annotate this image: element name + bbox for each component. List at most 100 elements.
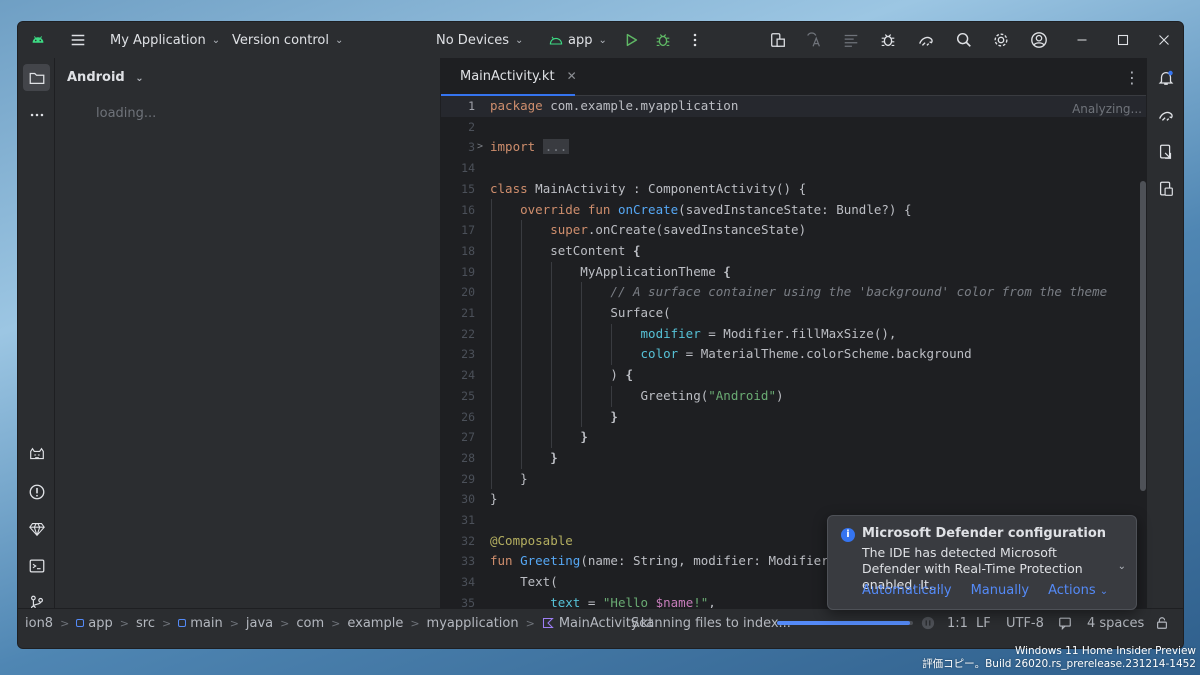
translate-icon[interactable] bbox=[802, 28, 826, 52]
more-tools-button[interactable] bbox=[23, 101, 50, 128]
line-number: 1 bbox=[468, 99, 475, 113]
line-number: 28 bbox=[461, 450, 475, 465]
code-line-26: } bbox=[610, 408, 618, 424]
chevron-right-icon: > bbox=[229, 616, 239, 630]
status-bar: ion8 > app > src > main > java > com > e… bbox=[18, 608, 1183, 648]
search-icon[interactable] bbox=[952, 28, 976, 52]
breadcrumb-item[interactable]: example bbox=[347, 616, 403, 631]
line-number: 16 bbox=[461, 202, 475, 217]
device-manager-icon[interactable] bbox=[766, 28, 790, 52]
chevron-down-icon: ⌄ bbox=[135, 73, 144, 84]
close-tab-icon[interactable]: ✕ bbox=[567, 69, 577, 83]
pause-indexing-button[interactable] bbox=[921, 609, 935, 637]
gradle-sync-icon[interactable] bbox=[914, 28, 938, 52]
terminal-tool-button[interactable] bbox=[23, 552, 50, 579]
breadcrumb-item[interactable]: com bbox=[296, 616, 324, 631]
tab-mainactivity[interactable]: MainActivity.kt ✕ bbox=[441, 58, 577, 96]
line-number: 3 bbox=[468, 140, 475, 155]
device-manager-tool-button[interactable] bbox=[1152, 138, 1179, 165]
code-line-17: super.onCreate(savedInstanceState) bbox=[550, 222, 807, 238]
code-line-25: Greeting("Android") bbox=[490, 387, 784, 403]
line-separator[interactable]: LF bbox=[976, 609, 991, 637]
line-number: 25 bbox=[461, 388, 475, 403]
breadcrumb-item[interactable]: java bbox=[246, 616, 273, 631]
profiler-icon[interactable] bbox=[839, 28, 863, 52]
indexing-status[interactable]: Scanning files to index... bbox=[631, 609, 791, 637]
account-icon[interactable] bbox=[1027, 28, 1051, 52]
code-line-34: Text( bbox=[490, 574, 558, 590]
breadcrumb-item[interactable]: main bbox=[190, 616, 222, 631]
more-vertical-icon[interactable]: ⋮ bbox=[1124, 68, 1140, 87]
gear-icon[interactable] bbox=[989, 28, 1013, 52]
actions-dropdown[interactable]: Actions ⌄ bbox=[1048, 583, 1108, 598]
line-number-gutter: 1 2 3 14 15 16 17 18 19 20 21 22 23 24 2… bbox=[441, 96, 483, 610]
run-icon[interactable] bbox=[619, 28, 643, 52]
debug-icon[interactable] bbox=[651, 28, 675, 52]
problems-tool-button[interactable] bbox=[23, 478, 50, 505]
line-number: 20 bbox=[461, 285, 475, 300]
android-logo-icon bbox=[26, 28, 50, 52]
code-line-30: } bbox=[490, 491, 498, 507]
close-icon[interactable] bbox=[1152, 28, 1176, 52]
project-view-selector[interactable]: Android ⌄ bbox=[67, 70, 144, 85]
inspection-widget[interactable] bbox=[1058, 609, 1072, 637]
line-number: 14 bbox=[461, 161, 475, 176]
fold-expand-icon[interactable]: > bbox=[477, 141, 483, 152]
logcat-tool-button[interactable] bbox=[23, 441, 50, 468]
code-line-22: modifier = Modifier.fillMaxSize(), bbox=[640, 325, 897, 341]
gemini-tool-button[interactable] bbox=[23, 515, 50, 542]
maximize-icon[interactable] bbox=[1111, 28, 1135, 52]
watermark-line-2: 評価コピー。Build 26020.rs_prerelease.231214-1… bbox=[922, 658, 1196, 670]
vcs-selector[interactable]: Version control ⌄ bbox=[232, 22, 343, 58]
project-view-label: Android bbox=[67, 70, 125, 85]
breadcrumb-item[interactable]: src bbox=[136, 616, 155, 631]
bell-icon bbox=[1158, 70, 1173, 85]
module-icon bbox=[76, 619, 85, 627]
vcs-label: Version control bbox=[232, 32, 329, 48]
breadcrumb: ion8 > app > src > main > java > com > e… bbox=[25, 609, 653, 637]
more-horizontal-icon bbox=[30, 113, 43, 116]
line-number: 22 bbox=[461, 326, 475, 341]
line-number: 33 bbox=[461, 554, 475, 569]
notifications-button[interactable] bbox=[1152, 64, 1179, 91]
indent-setting[interactable]: 4 spaces bbox=[1087, 609, 1144, 637]
project-panel: Android ⌄ loading... bbox=[56, 58, 440, 610]
line-number: 26 bbox=[461, 409, 475, 424]
line-number: 27 bbox=[461, 430, 475, 445]
project-selector[interactable]: My Application ⌄ bbox=[110, 22, 220, 58]
running-devices-tool-button[interactable] bbox=[1152, 175, 1179, 202]
project-name: My Application bbox=[110, 32, 206, 48]
more-vertical-icon[interactable] bbox=[683, 28, 707, 52]
line-number: 24 bbox=[461, 368, 475, 383]
minimize-icon[interactable] bbox=[1070, 28, 1094, 52]
line-number: 23 bbox=[461, 347, 475, 362]
project-tool-button[interactable] bbox=[23, 64, 50, 91]
bug-icon[interactable] bbox=[876, 28, 900, 52]
right-tool-stripe bbox=[1146, 58, 1183, 610]
breadcrumb-item[interactable]: myapplication bbox=[427, 616, 519, 631]
automatically-link[interactable]: Automatically bbox=[862, 583, 952, 598]
line-number: 19 bbox=[461, 264, 475, 279]
code-line-29: } bbox=[490, 470, 528, 486]
caret-position[interactable]: 1:1 bbox=[947, 609, 968, 637]
manually-link[interactable]: Manually bbox=[971, 583, 1030, 598]
breadcrumb-item[interactable]: ion8 bbox=[25, 616, 53, 631]
comment-icon bbox=[1059, 617, 1071, 630]
code-line-18: setContent { bbox=[490, 242, 641, 258]
device-manager-icon bbox=[1159, 144, 1171, 159]
chevron-down-icon[interactable]: ⌄ bbox=[1118, 561, 1126, 572]
chevron-down-icon: ⌄ bbox=[515, 34, 524, 46]
lock-icon[interactable] bbox=[1155, 609, 1169, 637]
device-selector[interactable]: No Devices ⌄ bbox=[436, 22, 523, 58]
actions-label: Actions bbox=[1048, 583, 1096, 598]
chevron-down-icon: ⌄ bbox=[598, 34, 607, 46]
line-number: 21 bbox=[461, 306, 475, 320]
kotlin-file-icon bbox=[542, 617, 554, 629]
code-line-27: } bbox=[580, 429, 588, 445]
file-encoding[interactable]: UTF-8 bbox=[1006, 609, 1044, 637]
hamburger-menu-icon[interactable] bbox=[66, 28, 90, 52]
run-config-selector[interactable]: app ⌄ bbox=[548, 22, 607, 58]
run-config-label: app bbox=[568, 32, 593, 48]
breadcrumb-item[interactable]: app bbox=[88, 616, 112, 631]
gradle-tool-button[interactable] bbox=[1152, 101, 1179, 128]
